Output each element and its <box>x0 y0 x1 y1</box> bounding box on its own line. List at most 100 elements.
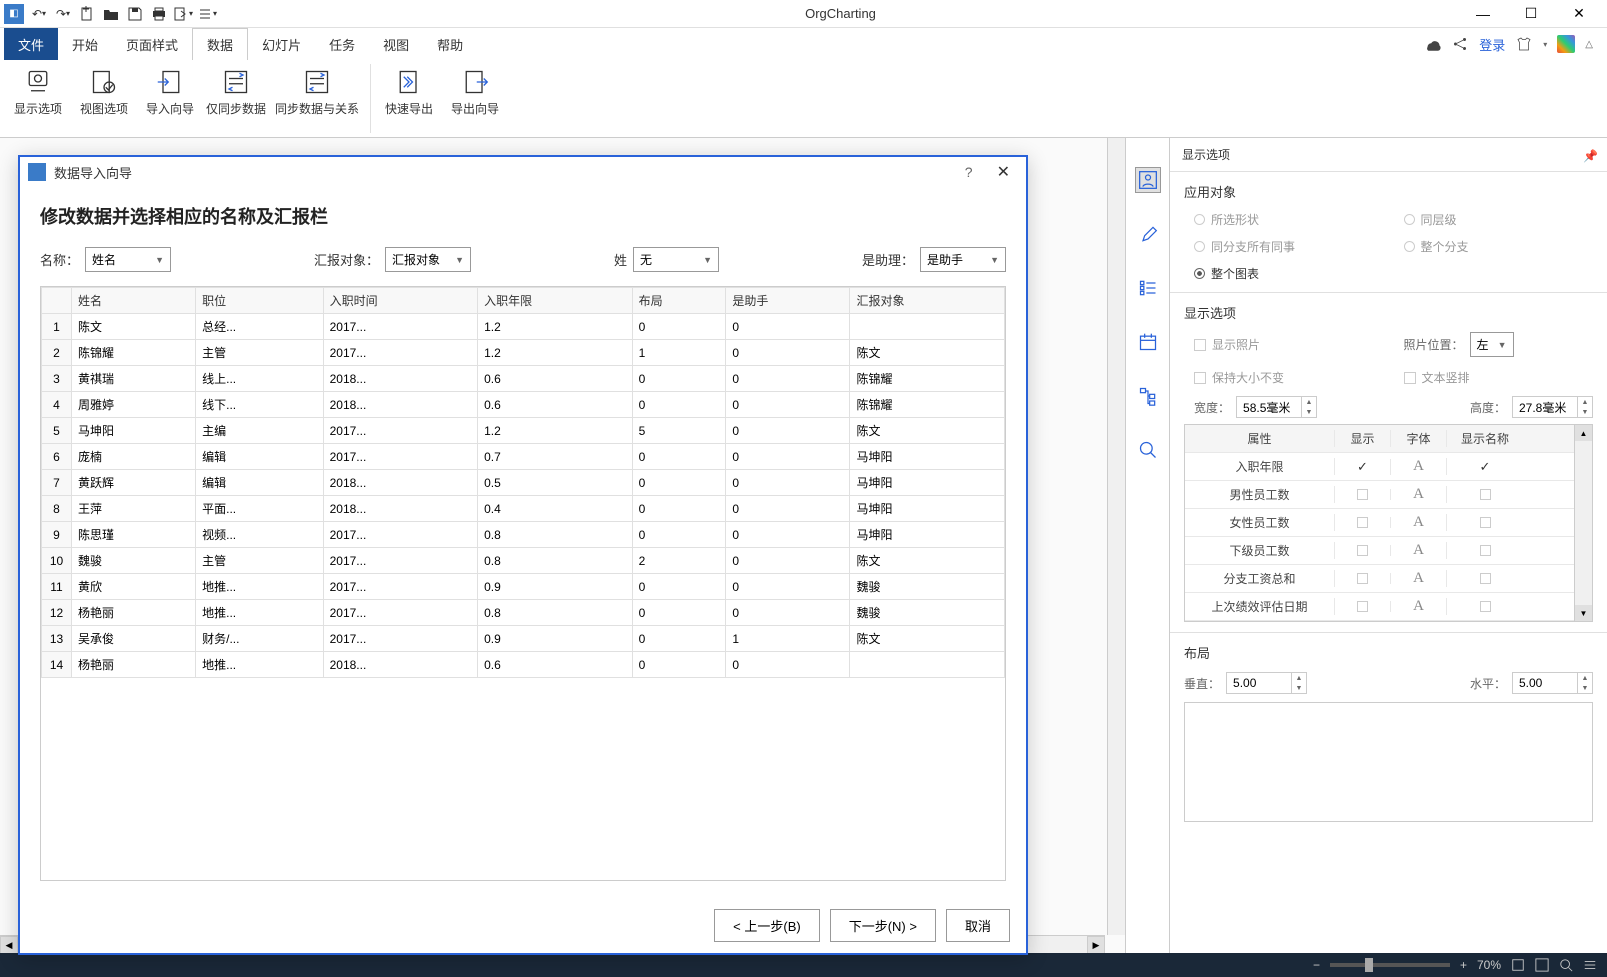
column-header[interactable]: 是助手 <box>726 288 850 314</box>
grid-icon[interactable] <box>1583 958 1597 972</box>
zoom-out-icon[interactable]: − <box>1313 958 1320 972</box>
column-header[interactable]: 职位 <box>196 288 323 314</box>
table-row[interactable]: 3黄祺瑞线上...2018...0.600陈锦耀 <box>42 366 1005 392</box>
table-row[interactable]: 14杨艳丽地推...2018...0.600 <box>42 652 1005 678</box>
radio-selected-shapes[interactable]: 所选形状 <box>1194 211 1384 228</box>
export-button[interactable]: ▾ <box>172 3 194 25</box>
column-header[interactable]: 入职时间 <box>323 288 478 314</box>
scroll-right-icon[interactable]: ▶ <box>1087 936 1105 954</box>
attr-scrollbar[interactable]: ▲▼ <box>1574 425 1592 621</box>
column-header[interactable]: 汇报对象 <box>850 288 1005 314</box>
check-vertical-text[interactable]: 文本竖排 <box>1404 369 1594 386</box>
table-row[interactable]: 11黄欣地推...2017...0.900魏骏 <box>42 574 1005 600</box>
table-row[interactable]: 2陈锦耀主管2017...1.210陈文 <box>42 340 1005 366</box>
sync-data-button[interactable]: 仅同步数据 <box>206 64 266 117</box>
view-options-button[interactable]: 视图选项 <box>74 64 134 117</box>
zoom-slider[interactable] <box>1330 963 1450 967</box>
check-show-photo[interactable]: 显示照片 <box>1194 332 1384 357</box>
attr-row[interactable]: 上次绩效评估日期A <box>1185 593 1574 621</box>
side-calendar-icon[interactable] <box>1136 330 1160 354</box>
side-person-icon[interactable] <box>1136 168 1160 192</box>
side-list-icon[interactable] <box>1136 276 1160 300</box>
v-spinner[interactable]: ▲▼ <box>1226 672 1307 694</box>
tab-slides[interactable]: 幻灯片 <box>248 28 315 60</box>
fullscreen-icon[interactable] <box>1535 958 1549 972</box>
table-row[interactable]: 5马坤阳主编2017...1.250陈文 <box>42 418 1005 444</box>
table-row[interactable]: 8王萍平面...2018...0.400马坤阳 <box>42 496 1005 522</box>
display-options-button[interactable]: 显示选项 <box>8 64 68 117</box>
table-row[interactable]: 6庞楠编辑2017...0.700马坤阳 <box>42 444 1005 470</box>
attr-row[interactable]: 分支工资总和A <box>1185 565 1574 593</box>
apps-icon[interactable] <box>1557 35 1575 53</box>
attr-row[interactable]: 女性员工数A <box>1185 509 1574 537</box>
open-button[interactable] <box>100 3 122 25</box>
table-row[interactable]: 10魏骏主管2017...0.820陈文 <box>42 548 1005 574</box>
photo-pos-select[interactable]: 左▼ <box>1470 332 1514 357</box>
table-row[interactable]: 1陈文总经...2017...1.200 <box>42 314 1005 340</box>
data-table[interactable]: 姓名职位入职时间入职年限布局是助手汇报对象1陈文总经...2017...1.20… <box>40 286 1006 881</box>
save-button[interactable] <box>124 3 146 25</box>
scroll-left-icon[interactable]: ◀ <box>0 936 18 954</box>
side-brush-icon[interactable] <box>1136 222 1160 246</box>
assist-select[interactable]: 是助手▼ <box>920 247 1006 272</box>
table-row[interactable]: 4周雅婷线下...2018...0.600陈锦耀 <box>42 392 1005 418</box>
dialog-close-icon[interactable]: ✕ <box>989 162 1018 182</box>
pin-icon[interactable]: 📌 <box>1583 149 1595 161</box>
fit-icon[interactable] <box>1511 958 1525 972</box>
attr-row[interactable]: 入职年限✓A✓ <box>1185 453 1574 481</box>
column-header[interactable]: 入职年限 <box>478 288 633 314</box>
radio-same-level[interactable]: 同层级 <box>1404 211 1594 228</box>
redo-button[interactable]: ↷▾ <box>52 3 74 25</box>
check-keep-size[interactable]: 保持大小不变 <box>1194 369 1384 386</box>
radio-whole-branch[interactable]: 整个分支 <box>1404 238 1594 255</box>
export-wizard-button[interactable]: 导出向导 <box>445 64 505 117</box>
zoom-in-icon[interactable]: + <box>1460 958 1467 972</box>
new-doc-button[interactable] <box>76 3 98 25</box>
share-icon[interactable] <box>1451 35 1469 53</box>
radio-whole-chart[interactable]: 整个图表 <box>1194 265 1384 282</box>
file-menu[interactable]: 文件 <box>4 28 58 60</box>
tab-data[interactable]: 数据 <box>192 28 248 60</box>
column-header[interactable]: 布局 <box>632 288 726 314</box>
close-button[interactable]: ✕ <box>1559 2 1599 26</box>
next-button[interactable]: 下一步(N) > <box>830 909 936 942</box>
import-wizard-button[interactable]: 导入向导 <box>140 64 200 117</box>
dialog-titlebar[interactable]: 数据导入向导 ? ✕ <box>20 157 1026 187</box>
width-spinner[interactable]: ▲▼ <box>1236 396 1317 418</box>
table-row[interactable]: 12杨艳丽地推...2017...0.800魏骏 <box>42 600 1005 626</box>
list-button[interactable]: ▾ <box>196 3 218 25</box>
prev-button[interactable]: < 上一步(B) <box>714 909 820 942</box>
tab-view[interactable]: 视图 <box>369 28 423 60</box>
quick-export-button[interactable]: 快速导出 <box>379 64 439 117</box>
column-header[interactable]: 姓名 <box>72 288 196 314</box>
minimize-button[interactable]: — <box>1463 2 1503 26</box>
surname-select[interactable]: 无▼ <box>633 247 719 272</box>
radio-same-branch[interactable]: 同分支所有同事 <box>1194 238 1384 255</box>
maximize-button[interactable]: ☐ <box>1511 2 1551 26</box>
collapse-ribbon-icon[interactable]: △ <box>1585 39 1593 50</box>
height-spinner[interactable]: ▲▼ <box>1512 396 1593 418</box>
tab-help[interactable]: 帮助 <box>423 28 477 60</box>
dialog-help-icon[interactable]: ? <box>957 164 981 180</box>
table-row[interactable]: 9陈思瑾视频...2017...0.800马坤阳 <box>42 522 1005 548</box>
vertical-scrollbar[interactable] <box>1107 138 1125 935</box>
tab-start[interactable]: 开始 <box>58 28 112 60</box>
table-row[interactable]: 7黄跃辉编辑2018...0.500马坤阳 <box>42 470 1005 496</box>
h-spinner[interactable]: ▲▼ <box>1512 672 1593 694</box>
attr-row[interactable]: 男性员工数A <box>1185 481 1574 509</box>
cloud-icon[interactable] <box>1423 35 1441 53</box>
attr-row[interactable]: 下级员工数A <box>1185 537 1574 565</box>
undo-button[interactable]: ↶▾ <box>28 3 50 25</box>
layout-preview[interactable] <box>1184 702 1593 822</box>
column-header[interactable] <box>42 288 72 314</box>
zoom-fit-icon[interactable] <box>1559 958 1573 972</box>
table-row[interactable]: 13吴承俊财务/...2017...0.901陈文 <box>42 626 1005 652</box>
tab-page-style[interactable]: 页面样式 <box>112 28 192 60</box>
name-select[interactable]: 姓名▼ <box>85 247 171 272</box>
cancel-button[interactable]: 取消 <box>946 909 1010 942</box>
tshirt-icon[interactable] <box>1515 35 1533 53</box>
login-link[interactable]: 登录 <box>1479 35 1505 54</box>
tab-tasks[interactable]: 任务 <box>315 28 369 60</box>
print-button[interactable] <box>148 3 170 25</box>
side-hierarchy-icon[interactable] <box>1136 384 1160 408</box>
